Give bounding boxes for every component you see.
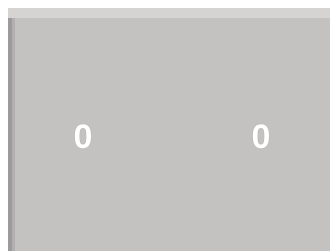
panel-top-border <box>8 8 330 18</box>
score-panel <box>8 8 330 251</box>
left-player-score: 0 <box>73 118 93 156</box>
panel-left-bevel <box>12 18 15 251</box>
right-player-score: 0 <box>251 118 271 156</box>
game-window: 0 0 <box>0 0 330 251</box>
